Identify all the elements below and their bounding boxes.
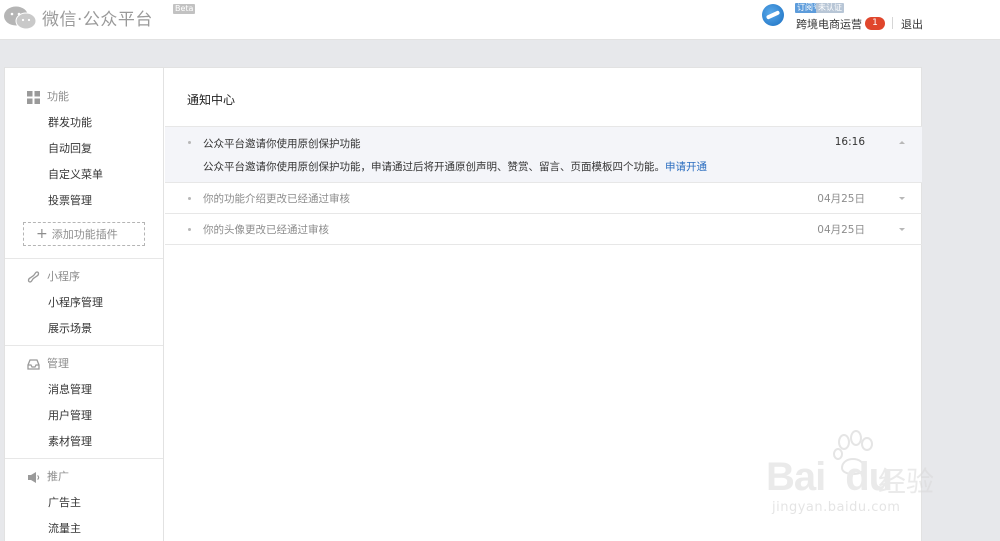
watermark-brand: Bai du bbox=[766, 455, 893, 499]
platform-title: 微信·公众平台 bbox=[42, 10, 153, 30]
baidu-jingyan-watermark: Bai du 经验 jingyan.baidu.com bbox=[758, 430, 958, 520]
beta-badge: Beta bbox=[173, 4, 196, 14]
watermark-cn: 经验 bbox=[878, 465, 935, 498]
page-title: 通知中心 bbox=[187, 93, 236, 107]
menu-group-features: 功能 群发功能 自动回复 自定义菜单 投票管理 + 添加功能插件 bbox=[5, 68, 163, 259]
menu-head-label: 小程序 bbox=[47, 270, 80, 283]
notice-time: 04月25日 bbox=[817, 224, 865, 236]
unverified-tag[interactable]: 未认证 bbox=[816, 3, 844, 13]
add-plugin-button[interactable]: + 添加功能插件 bbox=[23, 222, 145, 246]
menu-head-manage: 管理 bbox=[5, 351, 163, 377]
divider bbox=[892, 17, 893, 29]
menu-head-features: 功能 bbox=[5, 84, 163, 110]
avatar[interactable] bbox=[762, 4, 784, 26]
notice-title[interactable]: 你的头像更改已经通过审核 bbox=[203, 222, 329, 237]
bullet-icon bbox=[188, 197, 191, 200]
menu-head-label: 推广 bbox=[47, 470, 69, 483]
mini-program-icon bbox=[27, 271, 40, 283]
menu-group-mini-program: 小程序 小程序管理 展示场景 bbox=[5, 259, 163, 346]
bullet-icon bbox=[188, 228, 191, 231]
bullet-icon bbox=[188, 141, 191, 144]
sidebar-item-display-scene[interactable]: 展示场景 bbox=[5, 316, 163, 342]
notice-body-text: 公众平台邀请你使用原创保护功能，申请通过后将开通原创声明、赞赏、留言、页面模板四… bbox=[203, 161, 665, 173]
notice-time: 04月25日 bbox=[817, 193, 865, 205]
notification-badge[interactable]: 1 bbox=[865, 17, 885, 30]
sidebar-item-vote[interactable]: 投票管理 bbox=[5, 188, 163, 214]
notice-time: 16:16 bbox=[834, 136, 865, 148]
sidebar-item-mass-send[interactable]: 群发功能 bbox=[5, 110, 163, 136]
expand-arrow-icon[interactable] bbox=[899, 228, 905, 231]
sidebar-item-traffic-owner[interactable]: 流量主 bbox=[5, 516, 163, 541]
account-name[interactable]: 跨境电商运营 bbox=[796, 16, 862, 32]
notice-item[interactable]: 你的头像更改已经通过审核 04月25日 bbox=[165, 214, 922, 245]
grid-icon bbox=[27, 91, 40, 104]
menu-head-label: 管理 bbox=[47, 357, 69, 370]
plus-icon: + bbox=[36, 226, 48, 242]
sidebar-item-advertiser[interactable]: 广告主 bbox=[5, 490, 163, 516]
menu-head-promotion: 推广 bbox=[5, 464, 163, 490]
megaphone-icon bbox=[28, 472, 40, 483]
add-plugin-label: 添加功能插件 bbox=[51, 228, 118, 241]
wechat-logo-icon bbox=[4, 6, 37, 29]
collapse-arrow-icon[interactable] bbox=[899, 141, 905, 144]
sidebar-item-auto-reply[interactable]: 自动回复 bbox=[5, 136, 163, 162]
menu-group-manage: 管理 消息管理 用户管理 素材管理 bbox=[5, 346, 163, 459]
notice-item-expanded[interactable]: 公众平台邀请你使用原创保护功能 16:16 公众平台邀请你使用原创保护功能，申请… bbox=[165, 126, 922, 183]
menu-head-mini-program: 小程序 bbox=[5, 264, 163, 290]
sidebar-item-messages[interactable]: 消息管理 bbox=[5, 377, 163, 403]
expand-arrow-icon[interactable] bbox=[899, 197, 905, 200]
sidebar-item-materials[interactable]: 素材管理 bbox=[5, 429, 163, 455]
sidebar: 功能 群发功能 自动回复 自定义菜单 投票管理 + 添加功能插件 小程序 小程序管… bbox=[5, 68, 164, 541]
notice-body: 公众平台邀请你使用原创保护功能，申请通过后将开通原创声明、赞赏、留言、页面模板四… bbox=[203, 159, 707, 174]
menu-head-label: 功能 bbox=[47, 90, 69, 103]
sidebar-item-custom-menu[interactable]: 自定义菜单 bbox=[5, 162, 163, 188]
notice-title[interactable]: 公众平台邀请你使用原创保护功能 bbox=[203, 136, 361, 151]
notice-item[interactable]: 你的功能介绍更改已经通过审核 04月25日 bbox=[165, 183, 922, 214]
account-panel: 订阅号 未认证 跨境电商运营 1 退出 bbox=[762, 3, 962, 37]
wechat-logo[interactable]: 微信·公众平台 bbox=[3, 5, 153, 30]
logout-link[interactable]: 退出 bbox=[901, 16, 923, 32]
sidebar-item-users[interactable]: 用户管理 bbox=[5, 403, 163, 429]
top-header: 微信·公众平台 Beta 订阅号 未认证 跨境电商运营 1 退出 bbox=[0, 0, 1000, 40]
sidebar-item-mini-program-manage[interactable]: 小程序管理 bbox=[5, 290, 163, 316]
menu-group-promotion: 推广 广告主 流量主 bbox=[5, 459, 163, 541]
watermark-url: jingyan.baidu.com bbox=[772, 500, 901, 515]
apply-link[interactable]: 申请开通 bbox=[665, 161, 707, 173]
inbox-icon bbox=[27, 359, 40, 370]
notice-title[interactable]: 你的功能介绍更改已经通过审核 bbox=[203, 191, 350, 206]
